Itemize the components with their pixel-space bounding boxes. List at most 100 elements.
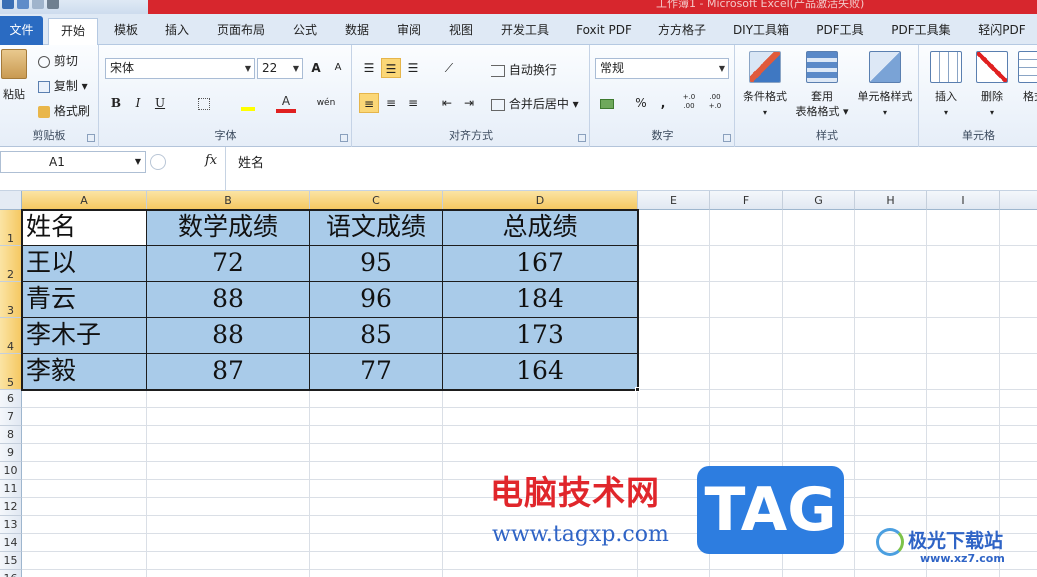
row-header-8[interactable]: 8 <box>0 426 22 444</box>
tab-template[interactable]: 模板 <box>106 18 146 45</box>
row-header-3[interactable]: 3 <box>0 282 22 318</box>
gridline <box>999 210 1000 577</box>
row-header-13[interactable]: 13 <box>0 516 22 534</box>
align-middle-button[interactable]: ☰ <box>381 58 401 78</box>
tab-insert[interactable]: 插入 <box>157 18 197 45</box>
number-group-label: 数字 <box>651 129 674 142</box>
bold-button[interactable]: B <box>106 93 126 113</box>
row-header-9[interactable]: 9 <box>0 444 22 462</box>
undo-icon[interactable] <box>32 0 44 9</box>
row-header-10[interactable]: 10 <box>0 462 22 480</box>
row-header-11[interactable]: 11 <box>0 480 22 498</box>
insert-function-button[interactable]: fx <box>205 153 217 168</box>
number-format-select[interactable]: 常规 ▼ <box>595 58 729 79</box>
format-cells-label: 格式 <box>1023 90 1037 103</box>
align-right-button[interactable]: ≡ <box>403 93 423 113</box>
format-cells-button[interactable]: 格式 <box>1014 51 1037 104</box>
font-launcher-icon[interactable] <box>340 134 348 142</box>
shrink-font-button[interactable]: A <box>328 58 348 78</box>
column-header-c[interactable]: C <box>310 191 443 210</box>
row-header-2[interactable]: 2 <box>0 246 22 282</box>
underline-button[interactable]: U <box>150 93 170 113</box>
decrease-indent-button[interactable]: ⇤ <box>437 93 457 113</box>
save-icon[interactable] <box>17 0 29 9</box>
italic-button[interactable]: I <box>128 93 148 113</box>
format-painter-button[interactable]: 格式刷 <box>38 102 90 119</box>
select-all-corner[interactable] <box>0 191 22 210</box>
tab-pdf-toolset[interactable]: PDF工具集 <box>884 18 958 45</box>
row-header-12[interactable]: 12 <box>0 498 22 516</box>
tab-diy-toolbox[interactable]: DIY工具箱 <box>726 18 796 45</box>
insert-cells-button[interactable]: 插入 ▾ <box>924 51 968 120</box>
formula-input[interactable]: 姓名 <box>225 147 1037 191</box>
alignment-launcher-icon[interactable] <box>578 134 586 142</box>
row-header-14[interactable]: 14 <box>0 534 22 552</box>
align-left-button[interactable]: ≡ <box>359 93 379 113</box>
column-header-h[interactable]: H <box>855 191 927 210</box>
align-center-button[interactable]: ≡ <box>381 93 401 113</box>
phonetic-button[interactable]: wén <box>316 93 336 113</box>
column-header-i[interactable]: I <box>927 191 1000 210</box>
column-header-a[interactable]: A <box>22 191 147 210</box>
merge-center-button[interactable]: 合并后居中 ▾ <box>491 95 579 112</box>
border-button[interactable] <box>194 93 214 113</box>
worksheet-grid[interactable]: ABCDEFGHIJ12345678910111213141516姓名数学成绩语… <box>0 191 1037 577</box>
align-top-button[interactable]: ☰ <box>359 58 379 78</box>
row-header-7[interactable]: 7 <box>0 408 22 426</box>
row-header-6[interactable]: 6 <box>0 390 22 408</box>
number-launcher-icon[interactable] <box>723 134 731 142</box>
expand-icon[interactable] <box>150 154 166 170</box>
redo-icon[interactable] <box>47 0 59 9</box>
tab-fangfang[interactable]: 方方格子 <box>650 18 714 45</box>
tab-home[interactable]: 开始 <box>48 18 98 46</box>
currency-button[interactable] <box>597 93 617 113</box>
column-header-b[interactable]: B <box>147 191 310 210</box>
column-header-f[interactable]: F <box>710 191 783 210</box>
increase-decimal-button[interactable]: +.0 .00 <box>677 93 701 113</box>
tab-data[interactable]: 数据 <box>337 18 377 45</box>
clipboard-launcher-icon[interactable] <box>87 134 95 142</box>
orientation-button[interactable]: ⟋ <box>439 58 459 78</box>
tab-qingshan-pdf[interactable]: 轻闪PDF <box>970 18 1034 45</box>
grow-font-button[interactable]: A <box>306 58 326 78</box>
percent-button[interactable]: % <box>631 93 651 113</box>
font-color-button[interactable]: A <box>276 93 296 113</box>
comma-button[interactable]: , <box>653 93 673 113</box>
tab-formulas[interactable]: 公式 <box>285 18 325 45</box>
row-header-16[interactable]: 16 <box>0 570 22 577</box>
wrap-text-button[interactable]: 自动换行 <box>491 61 557 78</box>
brush-icon <box>38 105 50 118</box>
cut-button[interactable]: 剪切 <box>38 52 78 69</box>
tab-page-layout[interactable]: 页面布局 <box>208 18 274 45</box>
format-as-table-button[interactable]: 套用 表格格式 ▾ <box>792 51 852 119</box>
align-bottom-button[interactable]: ☰ <box>403 58 423 78</box>
paste-button[interactable]: 粘贴 <box>0 49 28 102</box>
copy-button[interactable]: 复制 ▾ <box>38 77 88 94</box>
paint-bucket-icon <box>241 97 255 111</box>
tab-developer[interactable]: 开发工具 <box>492 18 558 45</box>
font-name-select[interactable]: 宋体 ▼ <box>105 58 255 79</box>
tab-pdf-tools[interactable]: PDF工具 <box>808 18 872 45</box>
font-group-label: 字体 <box>214 129 237 142</box>
tab-review[interactable]: 审阅 <box>389 18 429 45</box>
row-header-1[interactable]: 1 <box>0 210 22 246</box>
column-header-d[interactable]: D <box>443 191 638 210</box>
conditional-format-button[interactable]: 条件格式 ▾ <box>738 51 792 120</box>
name-box[interactable]: A1 ▼ <box>0 151 146 173</box>
decrease-decimal-button[interactable]: .00 +.0 <box>703 93 727 113</box>
column-header-e[interactable]: E <box>638 191 710 210</box>
fill-handle[interactable] <box>635 387 640 392</box>
tab-foxit-pdf[interactable]: Foxit PDF <box>570 18 638 45</box>
cell-styles-button[interactable]: 单元格样式 ▾ <box>852 51 918 120</box>
fill-color-button[interactable] <box>238 93 258 113</box>
row-header-4[interactable]: 4 <box>0 318 22 354</box>
font-size-select[interactable]: 22 ▼ <box>257 58 303 79</box>
column-header-j[interactable]: J <box>1000 191 1037 210</box>
row-header-15[interactable]: 15 <box>0 552 22 570</box>
increase-indent-button[interactable]: ⇥ <box>459 93 479 113</box>
tab-view[interactable]: 视图 <box>441 18 481 45</box>
tab-file[interactable]: 文件 <box>0 16 43 45</box>
row-header-5[interactable]: 5 <box>0 354 22 390</box>
delete-cells-button[interactable]: 删除 ▾ <box>970 51 1014 120</box>
column-header-g[interactable]: G <box>783 191 855 210</box>
